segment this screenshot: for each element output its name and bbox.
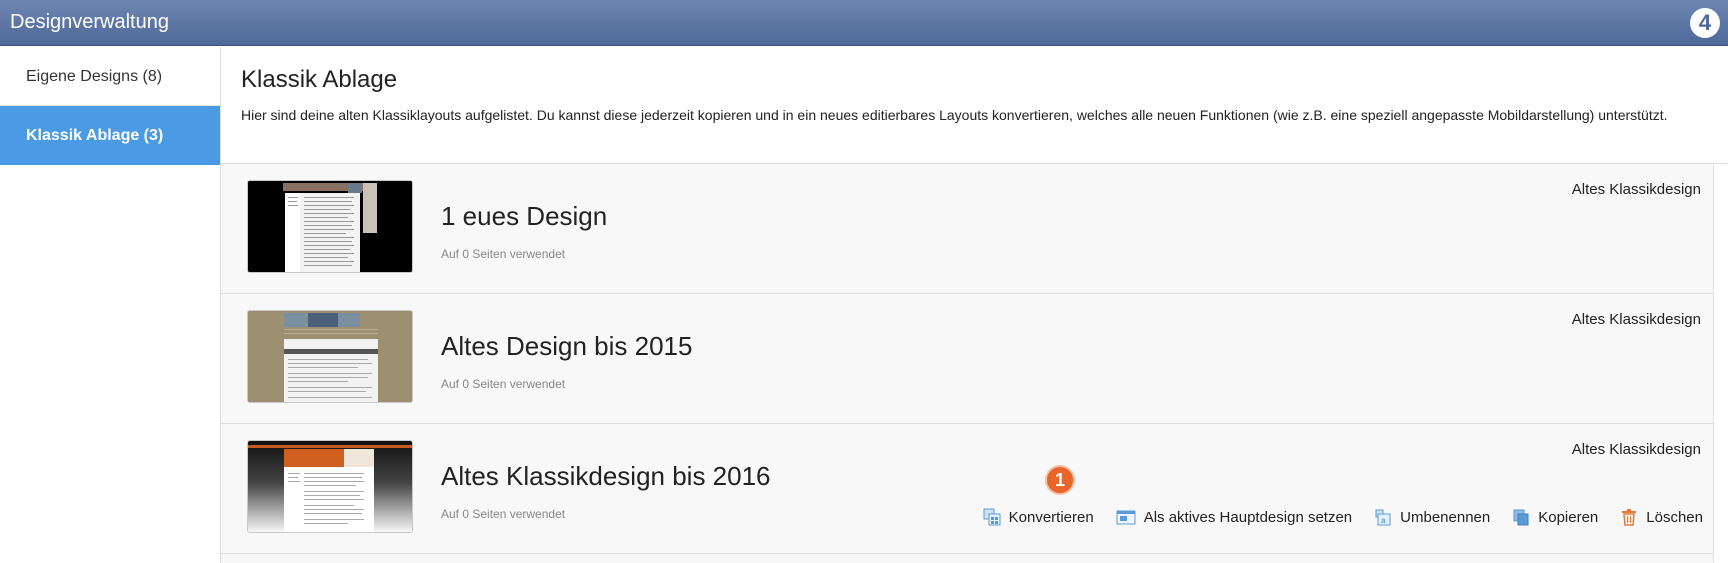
app-logo-icon: 4 (1690, 8, 1720, 38)
rename-icon: a (1374, 508, 1392, 526)
copy-icon (1512, 508, 1530, 526)
sidebar-item-eigene-designs[interactable]: Eigene Designs (8) (0, 47, 220, 106)
design-type-label: Altes Klassikdesign (1571, 181, 1701, 198)
trash-icon (1620, 508, 1638, 526)
svg-text:a: a (1381, 516, 1386, 525)
main-header: Klassik Ablage Hier sind deine alten Kla… (221, 47, 1728, 164)
design-thumbnail[interactable] (247, 180, 413, 273)
copy-label: Kopieren (1538, 508, 1599, 526)
convert-button[interactable]: Konvertieren (983, 508, 1094, 526)
app-title: Designverwaltung (10, 11, 169, 33)
title-bar: Designverwaltung 4 (0, 0, 1728, 46)
design-row[interactable]: Altes Design bis 2015 Auf 0 Seiten verwe… (221, 294, 1713, 424)
sidebar: Eigene Designs (8) Klassik Ablage (3) (0, 47, 221, 563)
main-panel: Klassik Ablage Hier sind deine alten Kla… (221, 47, 1728, 563)
design-thumbnail[interactable] (247, 310, 413, 403)
sidebar-item-klassik-ablage[interactable]: Klassik Ablage (3) (0, 106, 220, 165)
design-usage: Auf 0 Seiten verwendet (441, 377, 566, 391)
design-thumbnail[interactable] (247, 440, 413, 533)
design-type-label: Altes Klassikdesign (1571, 311, 1701, 328)
convert-label: Konvertieren (1008, 508, 1094, 526)
delete-button[interactable]: Löschen (1620, 508, 1703, 526)
step-badge: 1 (1045, 465, 1075, 495)
rename-button[interactable]: a Umbenennen (1374, 508, 1490, 526)
design-name[interactable]: Altes Design bis 2015 (441, 330, 692, 362)
page-title: Klassik Ablage (241, 66, 398, 93)
convert-icon (983, 508, 1001, 526)
page-description: Hier sind deine alten Klassiklayouts auf… (241, 107, 1668, 123)
copy-button[interactable]: Kopieren (1512, 508, 1598, 526)
design-list: 1 eues Design Auf 0 Seiten verwendet Alt… (221, 164, 1713, 563)
design-usage: Auf 0 Seiten verwendet (441, 507, 566, 521)
design-actions: Konvertieren Als aktives Hauptdesign set… (961, 506, 1703, 528)
rename-label: Umbenennen (1400, 508, 1491, 526)
set-main-design-button[interactable]: Als aktives Hauptdesign setzen (1116, 508, 1352, 526)
design-row[interactable]: 1 eues Design Auf 0 Seiten verwendet Alt… (221, 164, 1713, 294)
design-name[interactable]: Altes Klassikdesign bis 2016 (441, 460, 771, 492)
list-scrollbar[interactable] (1713, 164, 1728, 563)
layout-icon (1116, 508, 1136, 526)
set-main-design-label: Als aktives Hauptdesign setzen (1143, 508, 1353, 526)
design-row[interactable]: Altes Klassikdesign bis 2016 Auf 0 Seite… (221, 424, 1713, 554)
design-type-label: Altes Klassikdesign (1571, 441, 1701, 458)
design-name[interactable]: 1 eues Design (441, 200, 607, 232)
design-usage: Auf 0 Seiten verwendet (441, 247, 566, 261)
delete-label: Löschen (1646, 508, 1703, 526)
